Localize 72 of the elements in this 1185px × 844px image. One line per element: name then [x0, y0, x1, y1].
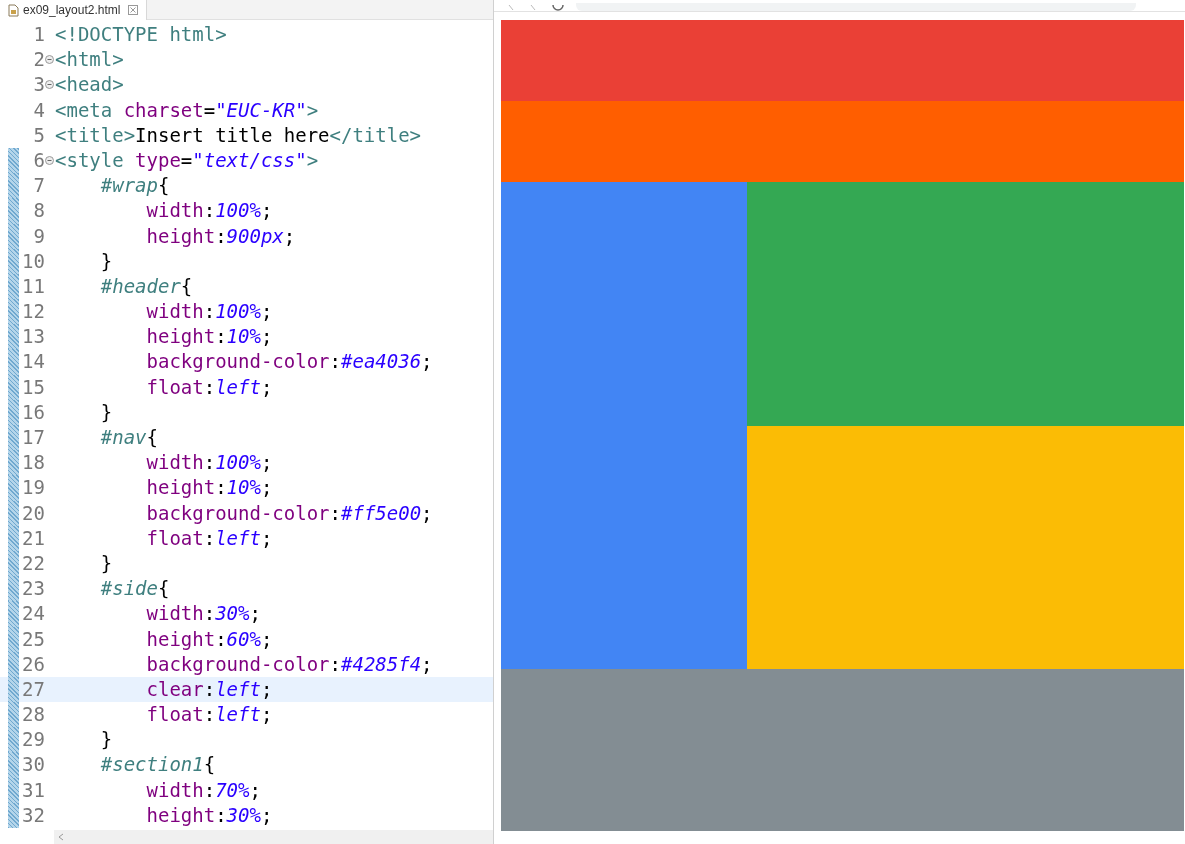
line-number: 11 [22, 273, 45, 299]
chevron-left-icon[interactable] [58, 833, 64, 841]
code-line: background-color:#ea4036; [145, 349, 433, 375]
code-line: <html> [54, 47, 124, 73]
code-line: } [99, 727, 113, 753]
file-icon [8, 3, 19, 17]
code-line: clear:left; [145, 676, 273, 702]
code-line: #header{ [99, 273, 193, 299]
line-number: 14 [22, 349, 45, 375]
code-line: width:100%; [145, 299, 273, 325]
line-number: 15 [22, 374, 45, 400]
code-line: #section1{ [99, 752, 216, 778]
code-line: #wrap{ [99, 173, 170, 199]
code-line: <title>Insert title here</title> [54, 122, 422, 148]
line-number: 30 [22, 752, 45, 778]
code-line: width:30%; [145, 601, 261, 627]
code-line: width:100%; [145, 450, 273, 476]
line-number: 31 [22, 777, 45, 803]
line-number: 25 [22, 626, 45, 652]
code-line: } [99, 550, 113, 576]
code-line: height:10%; [145, 475, 273, 501]
code-line: height:10%; [145, 324, 273, 350]
collapse-icon[interactable] [45, 80, 54, 90]
close-icon[interactable] [128, 5, 139, 15]
line-number: 18 [22, 450, 45, 476]
line-number: 8 [33, 198, 45, 224]
code-line: <!DOCTYPE html> [54, 22, 227, 47]
line-number: 23 [22, 576, 45, 602]
code-line: background-color:#ff5e00; [145, 500, 433, 526]
collapse-icon[interactable] [45, 156, 54, 166]
code-line: float:left; [145, 525, 273, 551]
line-number: 24 [22, 601, 45, 627]
line-number: 22 [22, 550, 45, 576]
line-number: 21 [22, 525, 45, 551]
collapse-icon[interactable] [45, 55, 54, 65]
line-number: 27 [22, 676, 45, 702]
line-number: 32 [22, 802, 45, 828]
line-number: 12 [22, 299, 45, 325]
line-number: 2 [33, 47, 45, 73]
code-line: width:70%; [145, 777, 261, 803]
line-number: 26 [22, 651, 45, 677]
code-line: background-color:#4285f4; [145, 651, 433, 677]
line-number: 1 [33, 22, 45, 47]
line-number: 17 [22, 425, 45, 450]
code-line: } [99, 399, 113, 425]
line-number: 9 [33, 223, 45, 249]
line-number: 29 [22, 727, 45, 753]
code-line: #side{ [99, 576, 170, 602]
code-line: height:900px; [145, 223, 296, 249]
code-line: <meta charset="EUC-KR"> [54, 97, 319, 123]
code-line: float:left; [145, 374, 273, 400]
line-number: 5 [33, 122, 45, 148]
code-line: height:30%; [145, 802, 273, 828]
code-line: <style type="text/css"> [54, 147, 319, 173]
line-number: 20 [22, 500, 45, 526]
code-line: #nav{ [99, 425, 158, 450]
code-line: height:60%; [145, 626, 273, 652]
editor-tab[interactable]: ex09_layout2.html [0, 0, 148, 20]
line-number: 4 [33, 97, 45, 123]
line-number: 13 [22, 324, 45, 350]
reload-icon[interactable] [552, 5, 564, 11]
line-number: 7 [33, 173, 45, 199]
line-number: 28 [22, 702, 45, 728]
line-number: 10 [22, 248, 45, 274]
code-line: width:100%; [145, 198, 273, 224]
line-number: 6 [33, 147, 45, 173]
line-number: 3 [33, 72, 45, 98]
line-number: 16 [22, 399, 45, 425]
code-line: float:left; [145, 702, 273, 728]
code-line: <head> [54, 72, 124, 98]
code-line: } [99, 248, 113, 274]
line-number: 19 [22, 475, 45, 501]
